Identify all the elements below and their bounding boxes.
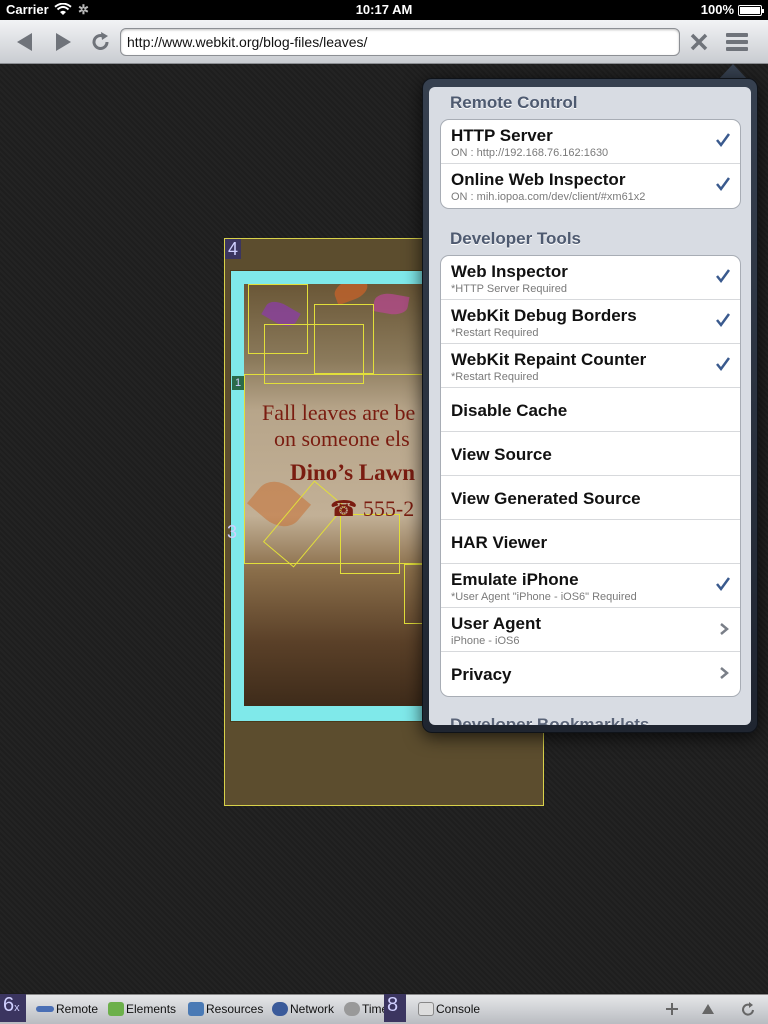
webkit-repaint-counter-row[interactable]: WebKit Repaint Counter *Restart Required [441, 344, 740, 388]
poster-line-2: on someone els [274, 426, 410, 451]
checkmark-icon [716, 357, 731, 372]
developer-bookmarklets-header: Developer Bookmarklets [450, 715, 650, 725]
close-icon[interactable] [686, 28, 712, 56]
battery-icon [738, 5, 764, 16]
elements-icon [108, 1002, 124, 1016]
har-viewer-row[interactable]: HAR Viewer [441, 520, 740, 564]
status-time: 10:17 AM [355, 2, 413, 17]
back-arrow-icon[interactable] [12, 28, 38, 56]
row-title: Disable Cache [451, 401, 568, 420]
row-subtitle: *HTTP Server Required [451, 283, 567, 295]
checkmark-icon [716, 133, 731, 148]
row-subtitle: ON : http://192.168.76.162:1630 [451, 147, 609, 159]
row-subtitle: *User Agent "iPhone - iOS6" Required [451, 591, 637, 603]
remote-icon [36, 1006, 54, 1012]
forward-arrow-icon[interactable] [50, 28, 76, 56]
status-bar: Carrier ✲ 10:17 AM 100% [0, 0, 768, 20]
row-title: Web Inspector [451, 262, 568, 281]
checkmark-icon [716, 313, 731, 328]
timeline-icon [344, 1002, 360, 1016]
row-subtitle: ON : mih.iopoa.com/dev/client/#xm61x2 [451, 191, 646, 203]
network-tab[interactable]: Network [272, 1002, 334, 1016]
row-title: Emulate iPhone [451, 570, 579, 589]
disable-cache-row[interactable]: Disable Cache [441, 388, 740, 432]
row-title: HTTP Server [451, 126, 553, 145]
battery-percent: 100% [700, 2, 734, 17]
poster-line-1: Fall leaves are be [262, 400, 416, 425]
chevron-right-icon [720, 623, 729, 635]
repaint-counter-label: 4 [225, 239, 242, 259]
http-server-row[interactable]: HTTP Server ON : http://192.168.76.162:1… [441, 120, 740, 164]
emulate-iphone-row[interactable]: Emulate iPhone *User Agent "iPhone - iOS… [441, 564, 740, 608]
row-title: WebKit Repaint Counter [451, 350, 647, 369]
user-agent-row[interactable]: User Agent iPhone - iOS6 [441, 608, 740, 652]
developer-tools-group: Web Inspector *HTTP Server Required WebK… [440, 255, 741, 697]
resources-icon [188, 1002, 204, 1016]
row-title: Online Web Inspector [451, 170, 626, 189]
row-title: User Agent [451, 614, 542, 633]
row-title: HAR Viewer [451, 533, 548, 552]
developer-menu-popover: Remote Control HTTP Server ON : http://1… [422, 78, 758, 733]
popover-content: Remote Control HTTP Server ON : http://1… [429, 87, 751, 725]
checkmark-icon [716, 577, 731, 592]
poster-business-name: Dino’s Lawn [290, 460, 416, 485]
browser-toolbar: http://www.webkit.org/blog-files/leaves/ [0, 20, 768, 64]
elements-tab[interactable]: Elements [108, 1002, 176, 1016]
row-title: View Source [451, 445, 552, 464]
row-subtitle: *Restart Required [451, 371, 539, 383]
debug-label-3: 3 [227, 522, 238, 542]
telephone-icon: ☎ [330, 496, 363, 521]
triangle-up-icon[interactable] [700, 1001, 716, 1017]
menu-icon[interactable] [726, 33, 748, 51]
checkmark-icon [716, 177, 731, 192]
console-tab[interactable]: Console [418, 1002, 480, 1016]
checkmark-icon [716, 269, 731, 284]
reload-icon[interactable] [88, 28, 114, 56]
network-icon [272, 1002, 288, 1016]
row-subtitle: *Restart Required [451, 327, 539, 339]
debug-label-8: 8 [384, 994, 406, 1022]
chevron-right-icon [720, 667, 729, 679]
view-source-row[interactable]: View Source [441, 432, 740, 476]
refresh-icon[interactable] [740, 1001, 756, 1017]
debug-label-6: 6x [0, 994, 26, 1022]
row-title: WebKit Debug Borders [451, 306, 637, 325]
row-subtitle: iPhone - iOS6 [451, 635, 520, 647]
web-inspector-row[interactable]: Web Inspector *HTTP Server Required [441, 256, 740, 300]
plus-icon[interactable] [664, 1001, 680, 1017]
remote-control-group: HTTP Server ON : http://192.168.76.162:1… [440, 119, 741, 209]
row-title: View Generated Source [451, 489, 641, 508]
privacy-row[interactable]: Privacy [441, 652, 740, 696]
webkit-debug-borders-row[interactable]: WebKit Debug Borders *Restart Required [441, 300, 740, 344]
resources-tab[interactable]: Resources [188, 1002, 263, 1016]
console-icon [418, 1002, 434, 1016]
remote-control-header: Remote Control [450, 93, 578, 112]
developer-tools-header: Developer Tools [450, 229, 581, 248]
view-generated-source-row[interactable]: View Generated Source [441, 476, 740, 520]
url-field[interactable]: http://www.webkit.org/blog-files/leaves/ [120, 28, 680, 56]
debug-label-1: 1 [232, 376, 245, 390]
row-title: Privacy [451, 665, 512, 684]
remote-tab[interactable]: Remote [36, 1002, 98, 1016]
poster-phone: ☎ 555-2 [330, 496, 415, 521]
online-web-inspector-row[interactable]: Online Web Inspector ON : mih.iopoa.com/… [441, 164, 740, 208]
